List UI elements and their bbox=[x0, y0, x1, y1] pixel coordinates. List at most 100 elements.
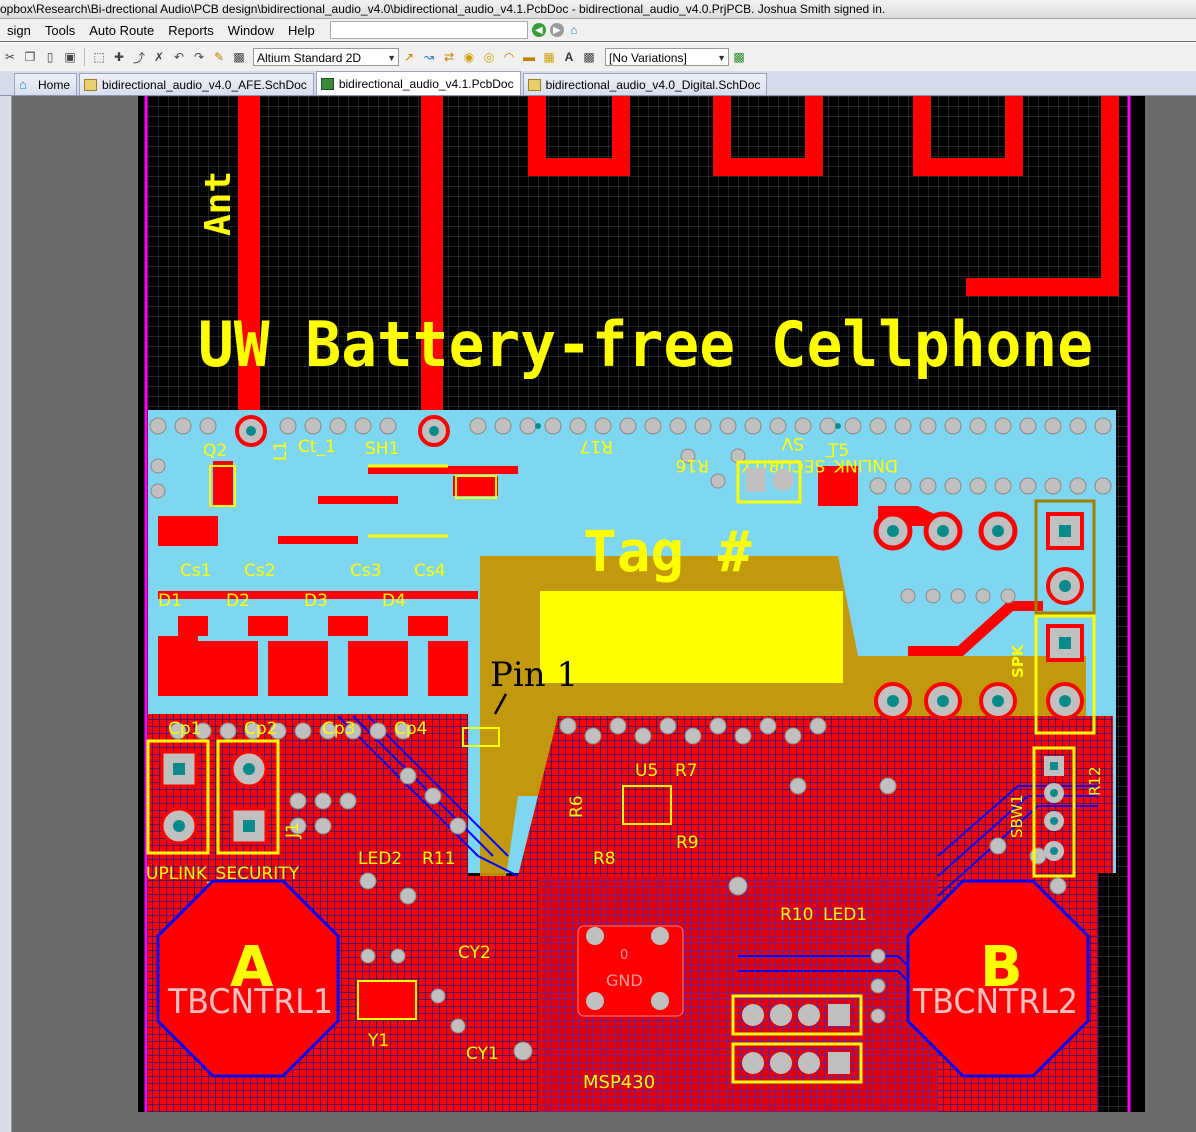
board-title: UW Battery-free Cellphone bbox=[198, 308, 1093, 381]
designator: Cp2 bbox=[244, 719, 277, 739]
pin1-label: Pin 1 bbox=[490, 655, 578, 695]
select-area-icon[interactable]: ⬚ bbox=[91, 49, 107, 65]
variant-manager-icon[interactable]: ▩ bbox=[731, 49, 747, 65]
button-a-name: TBCNTRL1 bbox=[167, 982, 333, 1022]
designator: R9 bbox=[676, 833, 699, 853]
tag-label: Tag # bbox=[583, 520, 752, 585]
toolbar-separator bbox=[84, 48, 85, 66]
back-icon[interactable]: ◀ bbox=[531, 23, 546, 37]
right-workspace-margin bbox=[1145, 96, 1196, 1132]
schematic-doc-icon bbox=[84, 78, 98, 91]
left-panel-strip[interactable] bbox=[0, 96, 12, 1132]
menu-tools[interactable]: Tools bbox=[38, 23, 82, 38]
designator: Cs2 bbox=[244, 561, 276, 581]
cut-icon[interactable]: ✂ bbox=[2, 49, 18, 65]
menu-reports[interactable]: Reports bbox=[161, 23, 221, 38]
designator: R11 bbox=[422, 849, 455, 869]
forward-icon[interactable]: ▶ bbox=[549, 23, 564, 37]
menu-auto-route[interactable]: Auto Route bbox=[82, 23, 161, 38]
pcb-doc-icon bbox=[320, 77, 334, 90]
designator: Cs4 bbox=[414, 561, 446, 581]
designator: R16 bbox=[676, 455, 709, 475]
paste-icon[interactable]: ▯ bbox=[42, 49, 58, 65]
tab-home[interactable]: ⌂ Home bbox=[14, 73, 78, 95]
menu-window[interactable]: Window bbox=[221, 23, 281, 38]
button-b-name: TBCNTRL2 bbox=[912, 982, 1078, 1022]
library-icon[interactable]: ▩ bbox=[231, 49, 247, 65]
gnd-number: 0 bbox=[620, 948, 628, 963]
tab-label: bidirectional_audio_v4.0_Digital.SchDoc bbox=[545, 77, 761, 92]
designator: Cs1 bbox=[180, 561, 212, 581]
deselect-icon[interactable]: ⤴ bbox=[131, 49, 147, 65]
schematic-doc-icon bbox=[527, 78, 541, 91]
menu-bar: sign Tools Auto Route Reports Window Hel… bbox=[0, 19, 1196, 41]
tab-digital-schematic[interactable]: bidirectional_audio_v4.0_Digital.SchDoc bbox=[522, 73, 768, 95]
designator: J1 bbox=[283, 822, 303, 839]
designator: Q2 bbox=[203, 441, 227, 461]
designator: LED1 bbox=[823, 905, 867, 925]
redo-icon[interactable]: ↷ bbox=[191, 49, 207, 65]
tab-afe-schematic[interactable]: bidirectional_audio_v4.0_AFE.SchDoc bbox=[79, 73, 314, 95]
designator: CY1 bbox=[466, 1044, 499, 1064]
fill-icon[interactable]: ▬ bbox=[521, 49, 537, 65]
pcb-canvas[interactable]: Ant UW Battery-free Cellphone Tag # Pin … bbox=[138, 96, 1145, 1112]
mcu-label: MSP430 bbox=[583, 1072, 655, 1093]
main-toolbar: ✂ ❐ ▯ ▣ ⬚ ✚ ⤴ ✗ ↶ ↷ ✎ ▩ Altium Standard … bbox=[0, 42, 1196, 72]
chevron-down-icon: ▼ bbox=[387, 53, 396, 63]
route-icon[interactable]: ↗ bbox=[401, 49, 417, 65]
spk-label: SPK bbox=[1009, 643, 1027, 678]
tab-label: bidirectional_audio_v4.0_AFE.SchDoc bbox=[102, 77, 307, 92]
view-mode-select[interactable]: Altium Standard 2D ▼ bbox=[253, 48, 399, 66]
designator: R6 bbox=[567, 795, 587, 818]
component-icon[interactable]: ▩ bbox=[581, 49, 597, 65]
undo-icon[interactable]: ↶ bbox=[171, 49, 187, 65]
rubber-stamp-icon[interactable]: ▣ bbox=[62, 49, 78, 65]
designator: R17 bbox=[580, 436, 613, 456]
tab-pcb-document[interactable]: bidirectional_audio_v4.1.PcbDoc bbox=[315, 71, 521, 95]
move-icon[interactable]: ✚ bbox=[111, 49, 127, 65]
designator: D1 bbox=[158, 591, 182, 611]
document-tab-strip: ⌂ Home bidirectional_audio_v4.0_AFE.SchD… bbox=[0, 71, 1196, 96]
designator: SV bbox=[781, 433, 804, 453]
designator: R10 bbox=[780, 905, 813, 925]
interactive-route-icon[interactable]: ↝ bbox=[421, 49, 437, 65]
tag-label-box bbox=[540, 591, 843, 683]
designator: SH1 bbox=[365, 439, 399, 459]
home-icon: ⌂ bbox=[19, 77, 27, 92]
variations-value: [No Variations] bbox=[609, 51, 687, 65]
menu-help[interactable]: Help bbox=[281, 23, 322, 38]
designator: Cp3 bbox=[322, 719, 355, 739]
r12-label: R12 bbox=[1086, 766, 1104, 796]
annotate-icon[interactable]: ✎ bbox=[211, 49, 227, 65]
string-icon[interactable]: A bbox=[561, 49, 577, 65]
designator: CY2 bbox=[458, 943, 491, 963]
designator: R7 bbox=[675, 761, 698, 781]
copy-icon[interactable]: ❐ bbox=[22, 49, 38, 65]
designator: U5 bbox=[635, 761, 658, 781]
arc-icon[interactable]: ◠ bbox=[501, 49, 517, 65]
clear-filter-icon[interactable]: ✗ bbox=[151, 49, 167, 65]
designator: T5 bbox=[827, 441, 849, 461]
window-title: opbox\Research\Bi-drectional Audio\PCB d… bbox=[0, 2, 886, 16]
polygon-icon[interactable]: ▦ bbox=[541, 49, 557, 65]
chevron-down-icon: ▼ bbox=[717, 53, 726, 63]
tab-label: bidirectional_audio_v4.1.PcbDoc bbox=[338, 76, 514, 91]
diff-pair-icon[interactable]: ⇄ bbox=[441, 49, 457, 65]
designator: D4 bbox=[382, 591, 406, 611]
designator: Ct_1 bbox=[298, 437, 336, 457]
designator: Cp4 bbox=[394, 719, 427, 739]
via-icon[interactable]: ◎ bbox=[481, 49, 497, 65]
navigation-address-input[interactable] bbox=[329, 21, 528, 39]
home-nav-icon[interactable]: ⌂ bbox=[566, 22, 582, 38]
designator: L1 bbox=[271, 441, 291, 461]
variations-select[interactable]: [No Variations] ▼ bbox=[605, 48, 729, 66]
sbw-label: SBW1 bbox=[1008, 794, 1026, 838]
pad-icon[interactable]: ◉ bbox=[461, 49, 477, 65]
gnd-label: GND bbox=[606, 971, 643, 990]
tab-label: Home bbox=[38, 77, 71, 92]
designator: D2 bbox=[226, 591, 250, 611]
menu-design[interactable]: sign bbox=[0, 23, 38, 38]
window-title-bar: opbox\Research\Bi-drectional Audio\PCB d… bbox=[0, 0, 1196, 19]
designator: D3 bbox=[304, 591, 328, 611]
designator: R8 bbox=[593, 849, 616, 869]
